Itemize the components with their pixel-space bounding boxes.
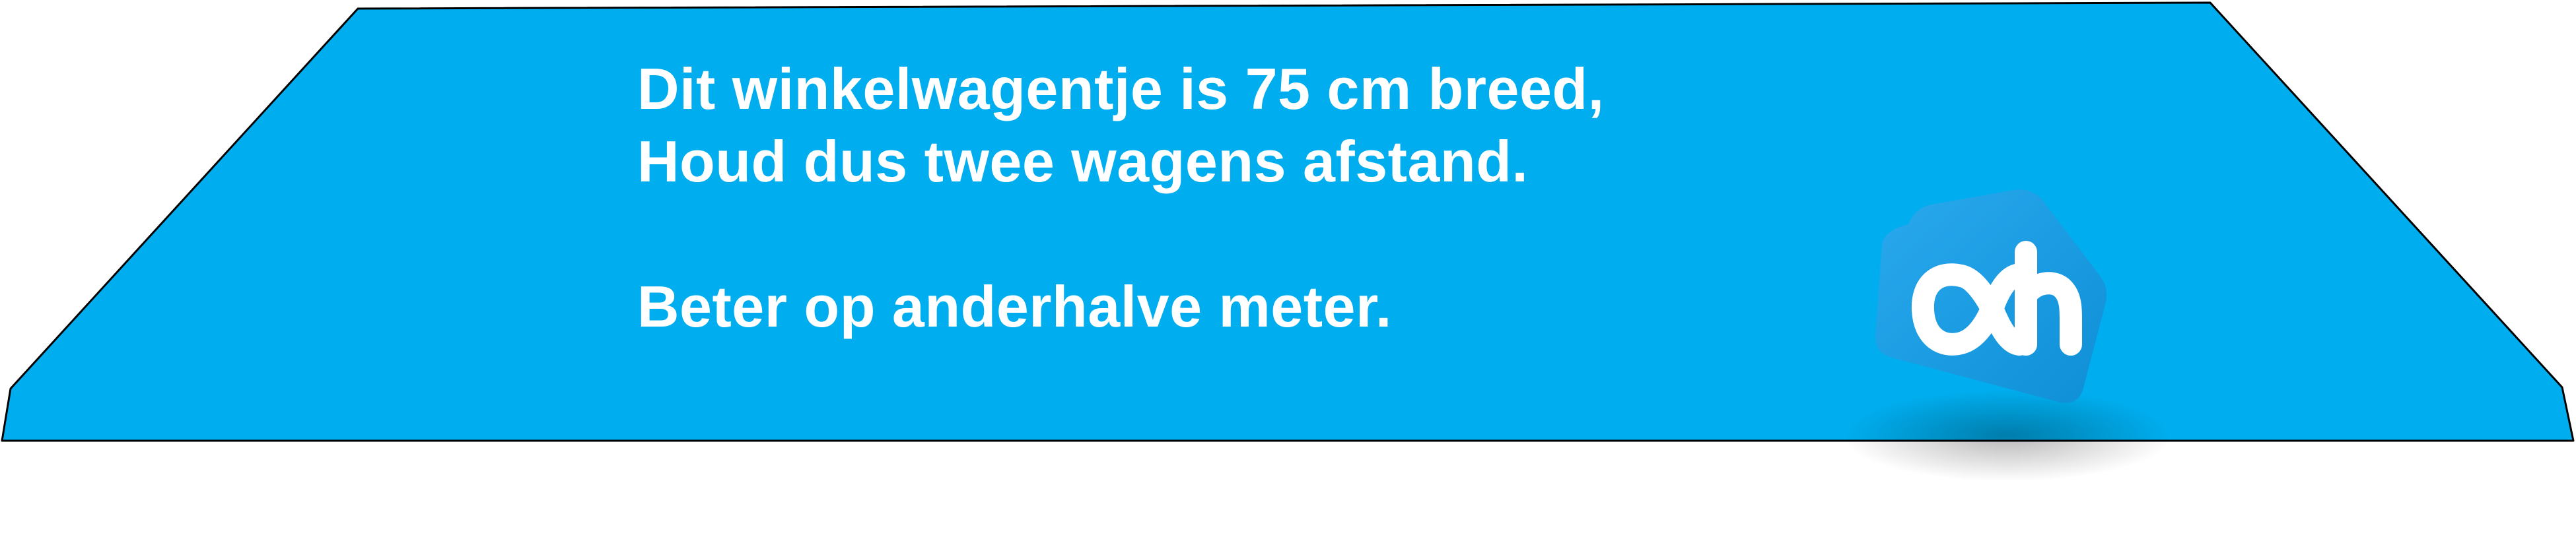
line-spacer [637,198,1605,271]
message-line-1: Dit winkelwagentje is 75 cm breed, [637,56,1605,121]
banner-message: Dit winkelwagentje is 75 cm breed, Houd … [637,53,1605,343]
tagline: Beter op anderhalve meter. [637,274,1392,339]
albert-heijn-logo-icon [1875,189,2107,403]
message-line-2: Houd dus twee wagens afstand. [637,129,1529,194]
